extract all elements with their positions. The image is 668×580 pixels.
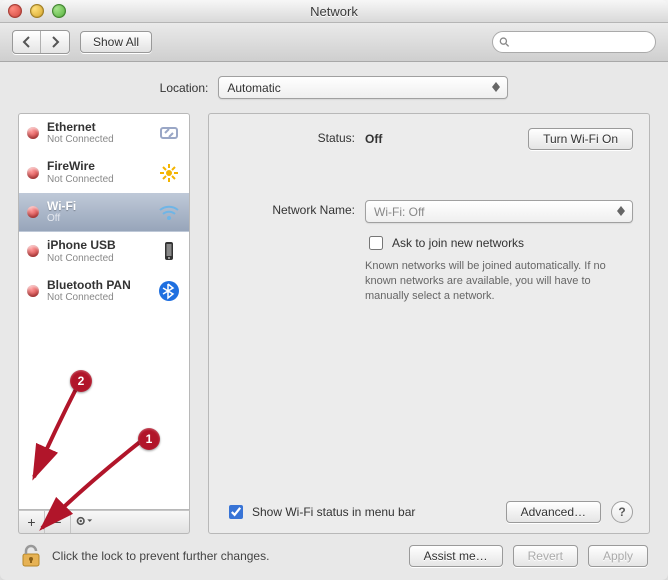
firewire-icon xyxy=(157,161,181,185)
location-row: Location: Automatic xyxy=(18,76,650,99)
network-name-value: Wi-Fi: Off xyxy=(374,205,424,219)
service-name: Wi-Fi xyxy=(47,199,149,213)
service-labels: Bluetooth PANNot Connected xyxy=(47,278,149,304)
search-input[interactable] xyxy=(514,34,649,50)
lock-button[interactable] xyxy=(20,544,42,568)
service-name: Ethernet xyxy=(47,120,149,134)
lock-icon xyxy=(20,544,42,568)
detail-pane: Status: Off Turn Wi-Fi On Network Name: … xyxy=(208,113,650,534)
zoom-window-button[interactable] xyxy=(52,4,66,18)
lock-text: Click the lock to prevent further change… xyxy=(52,549,269,563)
location-label: Location: xyxy=(160,81,209,95)
help-icon: ? xyxy=(618,505,625,519)
status-row: Status: Off Turn Wi-Fi On xyxy=(225,128,633,150)
service-labels: EthernetNot Connected xyxy=(47,120,149,146)
chevron-right-icon xyxy=(51,36,60,48)
minus-icon: − xyxy=(53,514,61,530)
service-item-bluetooth-pan[interactable]: Bluetooth PANNot Connected xyxy=(19,272,189,311)
location-popup[interactable]: Automatic xyxy=(218,76,508,99)
service-labels: FireWireNot Connected xyxy=(47,159,149,185)
action-service-button[interactable] xyxy=(71,511,97,533)
network-name-popup[interactable]: Wi-Fi: Off xyxy=(365,200,633,223)
show-menu-text: Show Wi-Fi status in menu bar xyxy=(252,505,415,519)
service-sidebar: EthernetNot ConnectedFireWireNot Connect… xyxy=(18,113,190,534)
annotation-badge-2: 2 xyxy=(70,370,92,392)
wifi-toggle-button[interactable]: Turn Wi-Fi On xyxy=(528,128,633,150)
minimize-window-button[interactable] xyxy=(30,4,44,18)
revert-button[interactable]: Revert xyxy=(513,545,578,567)
network-preferences-window: Network Show All Location: Automatic xyxy=(0,0,668,580)
window-controls xyxy=(8,4,66,18)
service-labels: Wi-FiOff xyxy=(47,199,149,225)
service-status: Not Connected xyxy=(47,134,149,146)
titlebar: Network xyxy=(0,0,668,23)
status-label: Status: xyxy=(225,128,365,145)
service-name: FireWire xyxy=(47,159,149,173)
service-item-wi-fi[interactable]: Wi-FiOff xyxy=(19,193,189,232)
service-name: iPhone USB xyxy=(47,238,149,252)
show-menu-checkbox[interactable] xyxy=(229,505,243,519)
apply-button[interactable]: Apply xyxy=(588,545,648,567)
ask-join-row: Ask to join new networks Known networks … xyxy=(225,233,633,304)
add-service-button[interactable]: + xyxy=(19,511,45,533)
ethernet-icon xyxy=(157,121,181,145)
plus-icon: + xyxy=(27,514,35,530)
iphone-icon xyxy=(157,239,181,263)
popup-arrows-icon xyxy=(614,202,628,220)
status-dot-icon xyxy=(27,245,39,257)
service-item-iphone-usb[interactable]: iPhone USBNot Connected xyxy=(19,232,189,271)
advanced-button[interactable]: Advanced… xyxy=(506,501,601,523)
panes: EthernetNot ConnectedFireWireNot Connect… xyxy=(18,113,650,534)
forward-button[interactable] xyxy=(41,31,69,53)
annotation-badge-1: 1 xyxy=(138,428,160,450)
show-all-button[interactable]: Show All xyxy=(80,31,152,53)
service-name: Bluetooth PAN xyxy=(47,278,149,292)
gear-icon xyxy=(75,514,93,530)
service-item-firewire[interactable]: FireWireNot Connected xyxy=(19,153,189,192)
service-status: Not Connected xyxy=(47,292,149,304)
network-name-row: Network Name: Wi-Fi: Off xyxy=(225,200,633,223)
help-button[interactable]: ? xyxy=(611,501,633,523)
status-dot-icon xyxy=(27,206,39,218)
nav-segment xyxy=(12,30,70,54)
show-menu-checkbox-label[interactable]: Show Wi-Fi status in menu bar xyxy=(225,502,415,522)
status-dot-icon xyxy=(27,167,39,179)
assist-button[interactable]: Assist me… xyxy=(409,545,503,567)
toolbar: Show All xyxy=(0,23,668,62)
service-status: Not Connected xyxy=(47,253,149,265)
service-item-ethernet[interactable]: EthernetNot Connected xyxy=(19,114,189,153)
location-value: Automatic xyxy=(227,81,280,95)
footer: Click the lock to prevent further change… xyxy=(18,534,650,572)
service-list[interactable]: EthernetNot ConnectedFireWireNot Connect… xyxy=(18,113,190,510)
ask-join-help-text: Known networks will be joined automatica… xyxy=(365,259,633,304)
service-labels: iPhone USBNot Connected xyxy=(47,238,149,264)
popup-arrows-icon xyxy=(489,78,503,96)
service-status: Not Connected xyxy=(47,174,149,186)
back-button[interactable] xyxy=(13,31,41,53)
network-name-label: Network Name: xyxy=(225,200,365,217)
ask-join-text: Ask to join new networks xyxy=(392,236,524,250)
status-dot-icon xyxy=(27,285,39,297)
search-icon xyxy=(499,36,510,48)
ask-join-checkbox[interactable] xyxy=(369,236,383,250)
detail-bottom-row: Show Wi-Fi status in menu bar Advanced… … xyxy=(225,491,633,523)
status-value: Off xyxy=(365,132,382,146)
chevron-left-icon xyxy=(22,36,31,48)
search-field[interactable] xyxy=(492,31,656,53)
status-dot-icon xyxy=(27,127,39,139)
wifi-icon xyxy=(157,200,181,224)
ask-join-checkbox-label[interactable]: Ask to join new networks xyxy=(365,233,524,253)
remove-service-button[interactable]: − xyxy=(45,511,71,533)
close-window-button[interactable] xyxy=(8,4,22,18)
service-status: Off xyxy=(47,213,149,225)
service-list-toolbar: + − xyxy=(18,510,190,534)
bluetooth-icon xyxy=(157,279,181,303)
window-title: Network xyxy=(310,4,358,19)
content-area: Location: Automatic EthernetNot Connecte… xyxy=(0,62,668,580)
